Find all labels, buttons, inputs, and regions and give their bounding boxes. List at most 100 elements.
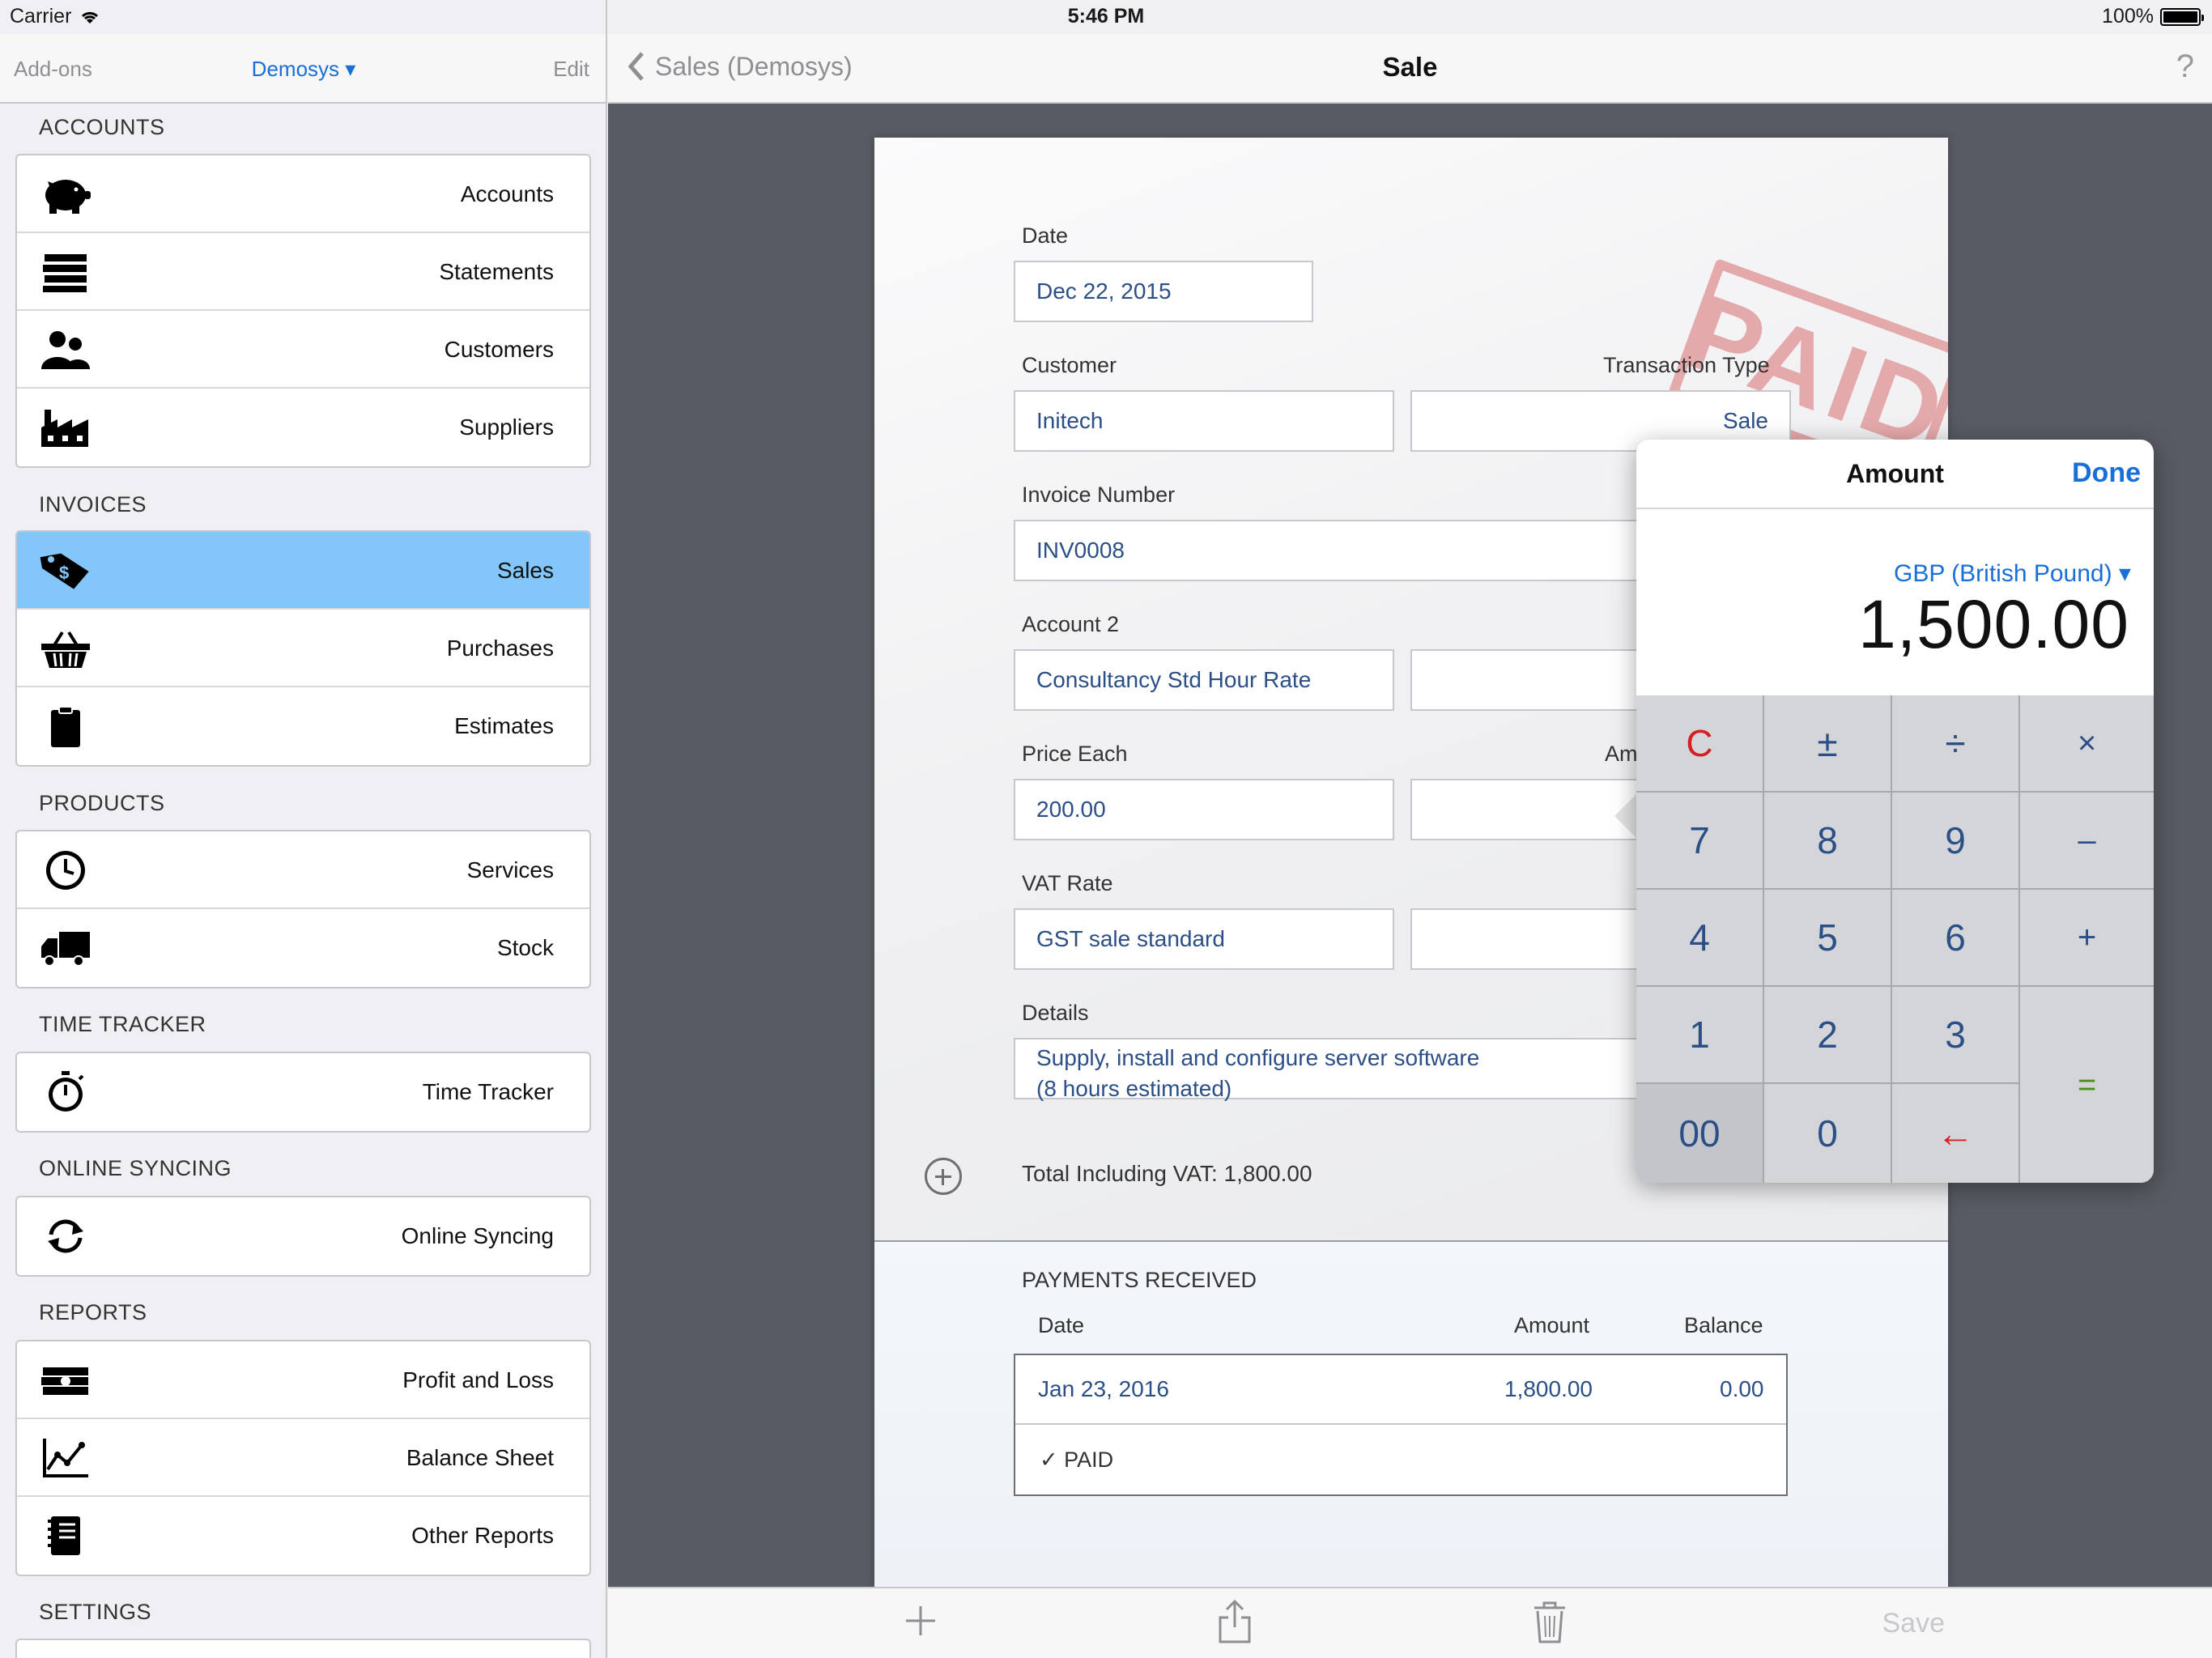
key-divide[interactable]: ÷ (1892, 695, 2018, 791)
payments-table: Jan 23, 2016 1,800.00 0.00 ✓ PAID (1014, 1354, 1788, 1496)
total-including-vat: Total Including VAT: 1,800.00 (1022, 1161, 1312, 1186)
key-plus-minus[interactable]: ± (1764, 695, 1891, 791)
save-button[interactable]: Save (1882, 1608, 1946, 1639)
amount-label: Am (1605, 742, 1638, 766)
section-header-online-syncing: ONLINE SYNCING (39, 1156, 232, 1180)
amount-calculator-popover: Amount Done GBP (British Pound) ▾ 1,500.… (1636, 440, 2154, 1183)
price-each-label: Price Each (1022, 742, 1128, 766)
sidebar-item-estimates[interactable]: Estimates (17, 687, 589, 765)
share-icon[interactable] (1217, 1600, 1253, 1643)
section-header-reports: REPORTS (39, 1300, 147, 1324)
section-header-settings: SETTINGS (39, 1600, 152, 1624)
key-clear[interactable]: C (1636, 695, 1763, 791)
section-header-products: PRODUCTS (39, 791, 165, 815)
online-syncing-group: Online Syncing (15, 1196, 591, 1277)
date-field[interactable]: Dec 22, 2015 (1014, 261, 1313, 322)
key-plus[interactable]: + (2020, 890, 2154, 985)
clock: 5:46 PM (1067, 5, 1145, 28)
sidebar-item-customers[interactable]: Customers (17, 311, 589, 389)
sidebar-item-suppliers[interactable]: Suppliers (17, 389, 589, 466)
basket-icon (40, 627, 91, 670)
sidebar-item-sales[interactable]: $ Sales (17, 532, 589, 610)
details-label: Details (1022, 1001, 1089, 1025)
clock-icon (40, 849, 91, 891)
sidebar: Add-ons Demosys ▾ Edit ACCOUNTS Accounts… (0, 0, 607, 1658)
sidebar-item-balance-sheet[interactable]: Balance Sheet (17, 1419, 589, 1497)
account2-field[interactable]: Consultancy Std Hour Rate (1014, 649, 1394, 711)
settings-group (15, 1639, 591, 1658)
price-tag-icon: $ (40, 550, 91, 592)
main-nav-bar: Sales (Demosys) Sale ? (608, 34, 2212, 104)
key-9[interactable]: 9 (1892, 793, 2018, 888)
key-2[interactable]: 2 (1764, 987, 1891, 1082)
sidebar-item-accounts[interactable]: Accounts (17, 155, 589, 233)
done-button[interactable]: Done (2072, 457, 2141, 489)
vat-rate-field[interactable]: GST sale standard (1014, 908, 1394, 970)
add-icon[interactable] (903, 1603, 938, 1639)
sidebar-item-other-reports[interactable]: Other Reports (17, 1497, 589, 1575)
company-selector[interactable]: Demosys ▾ (0, 57, 606, 82)
popover-header: Amount Done (1636, 440, 2154, 509)
sidebar-nav-bar: Add-ons Demosys ▾ Edit (0, 34, 606, 104)
invoices-group: $ Sales Purchases Estimates (15, 530, 591, 767)
key-backspace[interactable]: ← (1892, 1084, 2018, 1183)
key-7[interactable]: 7 (1636, 793, 1763, 888)
reports-group: Profit and Loss Balance Sheet Other Repo… (15, 1340, 591, 1576)
popover-arrow (1614, 793, 1637, 839)
help-button[interactable]: ? (2176, 49, 2194, 85)
key-5[interactable]: 5 (1764, 890, 1891, 985)
time-tracker-group: Time Tracker (15, 1052, 591, 1133)
calculator-keypad: C ± ÷ × 7 8 9 – 4 5 6 + 1 2 3 = 00 0 ← (1636, 695, 2154, 1183)
customer-field[interactable]: Initech (1014, 390, 1394, 452)
key-0[interactable]: 0 (1764, 1084, 1891, 1183)
vat-rate-label: VAT Rate (1022, 871, 1113, 895)
sidebar-item-stock[interactable]: Stock (17, 909, 589, 987)
sidebar-item-profit-and-loss[interactable]: Profit and Loss (17, 1341, 589, 1419)
invoice-number-label: Invoice Number (1022, 483, 1176, 507)
key-6[interactable]: 6 (1892, 890, 2018, 985)
payments-col-date: Date (1038, 1313, 1085, 1337)
section-header-time-tracker: TIME TRACKER (39, 1012, 206, 1036)
key-1[interactable]: 1 (1636, 987, 1763, 1082)
battery-indicator: 100% (2102, 5, 2204, 28)
calculator-display: 1,500.00 (1858, 586, 2129, 662)
key-equals[interactable]: = (2020, 987, 2154, 1183)
currency-selector[interactable]: GBP (British Pound) ▾ (1894, 559, 2131, 588)
payments-header: PAYMENTS RECEIVED (1022, 1268, 1257, 1292)
key-4[interactable]: 4 (1636, 890, 1763, 985)
accounts-group: Accounts Statements Customers Suppliers (15, 154, 591, 468)
customers-icon (40, 329, 91, 371)
stopwatch-icon (40, 1071, 91, 1113)
sidebar-item-statements[interactable]: Statements (17, 233, 589, 311)
line-chart-icon (40, 1437, 91, 1479)
truck-icon (40, 927, 91, 969)
key-3[interactable]: 3 (1892, 987, 2018, 1082)
key-8[interactable]: 8 (1764, 793, 1891, 888)
price-each-field[interactable]: 200.00 (1014, 779, 1394, 840)
sidebar-item-online-syncing[interactable]: Online Syncing (17, 1197, 589, 1275)
edit-button[interactable]: Edit (553, 57, 589, 82)
sidebar-item-time-tracker[interactable]: Time Tracker (17, 1053, 589, 1131)
date-label: Date (1022, 223, 1069, 248)
transaction-type-label: Transaction Type (1603, 353, 1770, 377)
sidebar-item-services[interactable]: Services (17, 831, 589, 909)
svg-text:$: $ (59, 563, 69, 583)
key-minus[interactable]: – (2020, 793, 2154, 888)
factory-icon (40, 406, 91, 449)
payments-col-balance: Balance (1684, 1313, 1763, 1337)
account2-label: Account 2 (1022, 612, 1120, 636)
key-multiply[interactable]: × (2020, 695, 2154, 791)
payments-col-amount: Amount (1514, 1313, 1590, 1337)
add-line-icon[interactable] (925, 1158, 962, 1195)
customer-label: Customer (1022, 353, 1117, 377)
products-group: Services Stock (15, 830, 591, 988)
cash-icon (40, 1359, 91, 1401)
notebook-icon (40, 1515, 91, 1557)
paid-status: ✓ PAID (1040, 1448, 1114, 1472)
sidebar-item-purchases[interactable]: Purchases (17, 610, 589, 687)
page-title: Sale (1382, 52, 1438, 82)
key-double-zero[interactable]: 00 (1636, 1084, 1763, 1183)
trash-icon[interactable] (1533, 1600, 1567, 1643)
statements-stack-icon (40, 251, 91, 293)
table-row[interactable]: Jan 23, 2016 1,800.00 0.00 (1015, 1355, 1786, 1425)
